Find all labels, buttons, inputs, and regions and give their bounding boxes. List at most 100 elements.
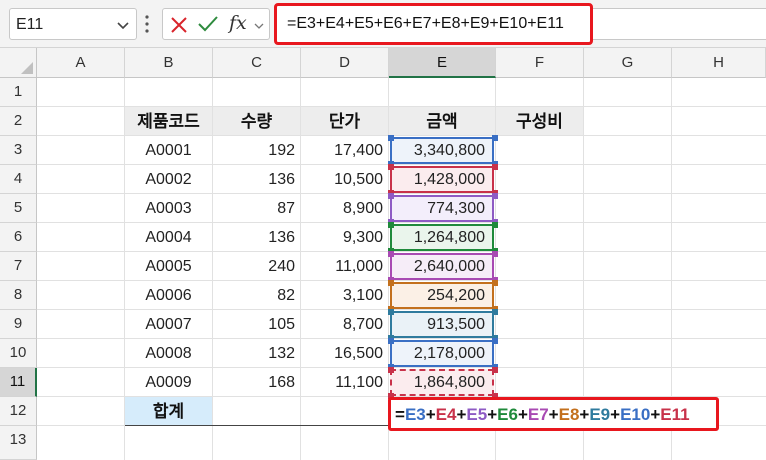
data-cell-price[interactable]: 8,900 bbox=[301, 194, 388, 222]
reference-handle[interactable] bbox=[492, 338, 498, 344]
row-header-4[interactable]: 4 bbox=[0, 165, 37, 194]
data-cell-price[interactable]: 8,700 bbox=[301, 310, 388, 338]
reference-handle[interactable] bbox=[388, 309, 394, 315]
header-cell-price[interactable]: 단가 bbox=[301, 107, 388, 135]
data-cell-price[interactable]: 10,500 bbox=[301, 165, 388, 193]
row-header-9[interactable]: 9 bbox=[0, 310, 37, 339]
formula-bar: E11 fx =E3+E4+E5+E6+E7+E8+E9+E10+E11 bbox=[0, 0, 766, 48]
data-cell-qty[interactable]: 136 bbox=[213, 165, 300, 193]
data-cell-price[interactable]: 11,100 bbox=[301, 368, 388, 396]
data-cell-qty[interactable]: 136 bbox=[213, 223, 300, 251]
row-header-5[interactable]: 5 bbox=[0, 194, 37, 223]
row-header-10[interactable]: 10 bbox=[0, 339, 37, 368]
reference-handle[interactable] bbox=[388, 135, 394, 141]
data-cell-amount[interactable]: 774,300 bbox=[389, 194, 495, 222]
data-cell-qty[interactable]: 240 bbox=[213, 252, 300, 280]
data-cell-code[interactable]: A0004 bbox=[125, 223, 212, 251]
chevron-down-icon[interactable] bbox=[254, 21, 264, 31]
data-cell-price[interactable]: 11,000 bbox=[301, 252, 388, 280]
chevron-down-icon[interactable] bbox=[116, 18, 130, 32]
reference-handle[interactable] bbox=[492, 280, 498, 286]
row-header-7[interactable]: 7 bbox=[0, 252, 37, 281]
data-cell-code[interactable]: A0006 bbox=[125, 281, 212, 309]
reference-handle[interactable] bbox=[388, 251, 394, 257]
column-header-h[interactable]: H bbox=[672, 48, 766, 78]
reference-handle[interactable] bbox=[388, 164, 394, 170]
row-header-2[interactable]: 2 bbox=[0, 107, 37, 136]
worksheet-grid[interactable]: ABCDEFGH 1 2 3 4 5 6 7 8 9 10 11 12 13 제품코드 수량 단가 금액 구성비… bbox=[0, 48, 766, 460]
formula-ref-e10: E10 bbox=[620, 405, 651, 424]
reference-handle[interactable] bbox=[388, 222, 394, 228]
reference-handle[interactable] bbox=[492, 222, 498, 228]
data-cell-amount[interactable]: 2,640,000 bbox=[389, 252, 495, 280]
header-cell-ratio[interactable]: 구성비 bbox=[496, 107, 583, 135]
header-cell-amount[interactable]: 금액 bbox=[389, 107, 495, 135]
reference-handle[interactable] bbox=[492, 135, 498, 141]
data-cell-code[interactable]: A0001 bbox=[125, 136, 212, 164]
data-cell-amount[interactable]: 1,428,000 bbox=[389, 165, 495, 193]
reference-handle[interactable] bbox=[388, 280, 394, 286]
data-cell-qty[interactable]: 168 bbox=[213, 368, 300, 396]
header-cell-code[interactable]: 제품코드 bbox=[125, 107, 212, 135]
reference-handle[interactable] bbox=[492, 251, 498, 257]
data-cell-amount[interactable]: 2,178,000 bbox=[389, 339, 495, 367]
data-cell-amount[interactable]: 913,500 bbox=[389, 310, 495, 338]
row-header-3[interactable]: 3 bbox=[0, 136, 37, 165]
data-cell-code[interactable]: A0008 bbox=[125, 339, 212, 367]
formula-input[interactable]: =E3+E4+E5+E6+E7+E8+E9+E10+E11 bbox=[274, 3, 593, 45]
header-cell-qty[interactable]: 수량 bbox=[213, 107, 300, 135]
column-header-g[interactable]: G bbox=[584, 48, 672, 78]
more-options-icon[interactable] bbox=[143, 12, 151, 36]
data-cell-qty[interactable]: 192 bbox=[213, 136, 300, 164]
data-cell-code[interactable]: A0009 bbox=[125, 368, 212, 396]
data-cell-qty[interactable]: 87 bbox=[213, 194, 300, 222]
column-header-c[interactable]: C bbox=[213, 48, 301, 78]
formula-equals: = bbox=[395, 405, 405, 424]
data-cell-code[interactable]: A0002 bbox=[125, 165, 212, 193]
data-cell-price[interactable]: 3,100 bbox=[301, 281, 388, 309]
insert-function-icon[interactable]: fx bbox=[229, 12, 247, 34]
reference-handle[interactable] bbox=[388, 367, 394, 373]
row-header-11[interactable]: 11 bbox=[0, 368, 37, 397]
data-cell-qty[interactable]: 105 bbox=[213, 310, 300, 338]
edit-formula-text: =E3+E4+E5+E6+E7+E8+E9+E10+E11 bbox=[395, 405, 690, 425]
editing-cell-e12[interactable]: =E3+E4+E5+E6+E7+E8+E9+E10+E11 bbox=[388, 397, 719, 431]
row-header-1[interactable]: 1 bbox=[0, 78, 37, 107]
column-header-f[interactable]: F bbox=[496, 48, 584, 78]
formula-ref-e4: E4 bbox=[435, 405, 457, 424]
column-header-d[interactable]: D bbox=[301, 48, 389, 78]
reference-handle[interactable] bbox=[492, 309, 498, 315]
reference-handle[interactable] bbox=[492, 164, 498, 170]
data-cell-code[interactable]: A0005 bbox=[125, 252, 212, 280]
cancel-icon[interactable] bbox=[169, 15, 189, 35]
name-box[interactable]: E11 bbox=[9, 8, 137, 40]
formula-ref-e6: E6 bbox=[497, 405, 518, 424]
total-label-cell[interactable]: 합계 bbox=[125, 397, 212, 425]
row-header-8[interactable]: 8 bbox=[0, 281, 37, 310]
row-header-12[interactable]: 12 bbox=[0, 397, 37, 426]
formula-operator: + bbox=[548, 405, 559, 424]
data-cell-qty[interactable]: 82 bbox=[213, 281, 300, 309]
data-cell-price[interactable]: 17,400 bbox=[301, 136, 388, 164]
data-cell-qty[interactable]: 132 bbox=[213, 339, 300, 367]
reference-handle[interactable] bbox=[388, 193, 394, 199]
row-header-6[interactable]: 6 bbox=[0, 223, 37, 252]
column-header-a[interactable]: A bbox=[37, 48, 125, 78]
column-header-e[interactable]: E bbox=[389, 48, 496, 78]
data-cell-code[interactable]: A0007 bbox=[125, 310, 212, 338]
check-icon[interactable] bbox=[197, 14, 219, 34]
column-header-b[interactable]: B bbox=[125, 48, 213, 78]
data-cell-amount[interactable]: 1,264,800 bbox=[389, 223, 495, 251]
data-cell-price[interactable]: 16,500 bbox=[301, 339, 388, 367]
row-header-13[interactable]: 13 bbox=[0, 426, 37, 460]
data-cell-amount[interactable]: 3,340,800 bbox=[389, 136, 495, 164]
reference-handle[interactable] bbox=[492, 367, 498, 373]
data-cell-code[interactable]: A0003 bbox=[125, 194, 212, 222]
data-cell-amount[interactable]: 254,200 bbox=[389, 281, 495, 309]
reference-handle[interactable] bbox=[388, 338, 394, 344]
reference-handle[interactable] bbox=[492, 193, 498, 199]
formula-operator: + bbox=[517, 405, 528, 424]
data-cell-amount[interactable]: 1,864,800 bbox=[389, 368, 495, 396]
data-cell-price[interactable]: 9,300 bbox=[301, 223, 388, 251]
select-all-button[interactable] bbox=[0, 48, 37, 78]
